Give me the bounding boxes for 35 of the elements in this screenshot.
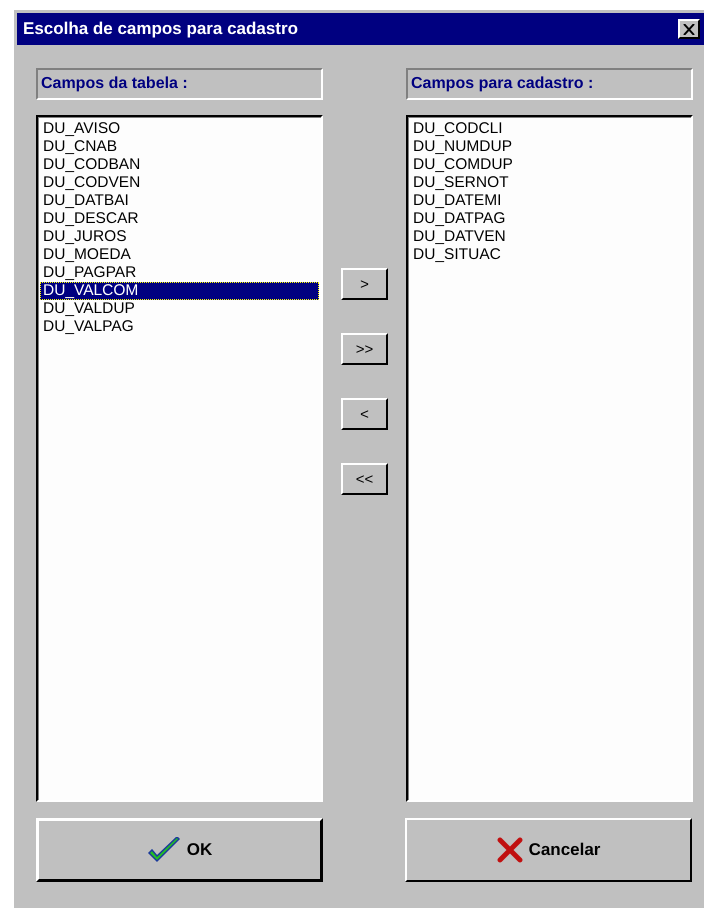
move-button[interactable]: >> — [341, 333, 388, 365]
close-icon — [683, 24, 695, 34]
cross-icon — [496, 837, 523, 863]
list-item[interactable]: DU_VALCOM — [40, 282, 319, 300]
move-button[interactable]: > — [341, 268, 388, 300]
column-heading: Campos da tabela : — [36, 68, 323, 100]
list-item[interactable]: DU_DATPAG — [410, 210, 689, 228]
list-item[interactable]: DU_NUMDUP — [410, 138, 689, 156]
list-item[interactable]: DU_PAGPAR — [40, 264, 319, 282]
window-title: Escolha de campos para cadastro — [23, 19, 298, 39]
list-item[interactable]: DU_DATBAI — [40, 192, 319, 210]
move-button[interactable]: << — [341, 463, 388, 495]
list-item[interactable]: DU_COMDUP — [410, 156, 689, 174]
list-item[interactable]: DU_SERNOT — [410, 174, 689, 192]
field-list[interactable]: DU_CODCLI DU_NUMDUP DU_COMDUP DU_SERNOT DU_DATEMI DU_DATPAG DU_DATVEN DU_SITUAC — [406, 115, 693, 802]
cancel-button[interactable]: Cancelar — [405, 818, 692, 882]
list-item[interactable]: DU_VALDUP — [40, 300, 319, 318]
list-item[interactable]: DU_JUROS — [40, 228, 319, 246]
list-item[interactable]: DU_CNAB — [40, 138, 319, 156]
list-item[interactable]: DU_DATEMI — [410, 192, 689, 210]
close-button[interactable] — [678, 19, 700, 39]
list-item[interactable]: DU_DATVEN — [410, 228, 689, 246]
list-item[interactable]: DU_AVISO — [40, 120, 319, 138]
list-item[interactable]: DU_CODCLI — [410, 120, 689, 138]
list-item[interactable]: DU_SITUAC — [410, 246, 689, 264]
move-button[interactable]: < — [341, 398, 388, 430]
field-list[interactable]: DU_AVISO DU_CNAB DU_CODBAN DU_CODVEN DU_DATBAI DU_DESCAR DU_JUROS DU_MOEDA DU_PAGPAR DU_VALCOM DU_VALDUP DU_VALPAG — [36, 115, 323, 802]
list-item[interactable]: DU_VALPAG — [40, 318, 319, 336]
list-item[interactable]: DU_DESCAR — [40, 210, 319, 228]
list-item[interactable]: DU_MOEDA — [40, 246, 319, 264]
checkmark-icon — [146, 837, 181, 863]
ok-button[interactable]: OK — [36, 818, 323, 882]
list-item[interactable]: DU_CODVEN — [40, 174, 319, 192]
list-item[interactable]: DU_CODBAN — [40, 156, 319, 174]
column-heading: Campos para cadastro : — [406, 68, 693, 100]
